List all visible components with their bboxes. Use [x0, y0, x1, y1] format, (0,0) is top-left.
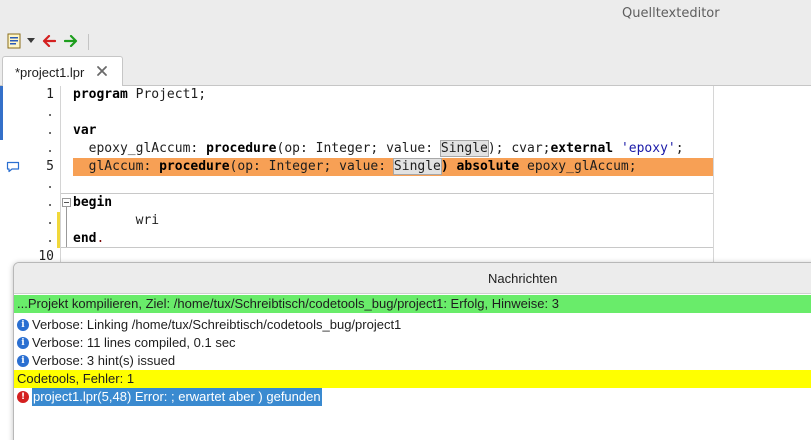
message-row-error[interactable]: ! project1.lpr(5,48) Error: ; erwartet a…	[14, 388, 811, 406]
code-text: glAccum:	[73, 159, 160, 174]
code-text: .	[96, 231, 105, 246]
code-keyword: var	[73, 123, 97, 138]
info-icon: i	[17, 319, 29, 331]
word-highlight: Single	[392, 158, 442, 175]
gutter-accent	[0, 86, 3, 140]
code-keyword: begin	[73, 195, 113, 210]
code-line: end.	[73, 230, 104, 248]
tab-project1-lpr[interactable]: *project1.lpr	[2, 56, 123, 87]
code-text: ;	[675, 141, 684, 156]
info-icon: i	[17, 355, 29, 367]
code-line: program Project1;	[73, 86, 206, 104]
block-separator	[61, 247, 713, 248]
block-separator	[61, 193, 713, 194]
code-text: epoxy_glAccum;	[519, 159, 637, 174]
source-editor-window: Quelltexteditor *project1.lpr 1 . . . 5 …	[0, 0, 811, 440]
message-text: Verbose: 3 hint(s) issued	[32, 353, 176, 368]
code-keyword: procedure	[206, 141, 277, 156]
code-text: (op: Integer; value:	[229, 159, 394, 174]
error-icon: !	[17, 391, 29, 403]
code-line: begin	[73, 194, 112, 212]
line-number: .	[46, 231, 54, 246]
messages-title: Nachrichten	[488, 271, 558, 286]
message-row[interactable]: i Verbose: Linking /home/tux/Schreibtisc…	[14, 316, 811, 334]
line-number: .	[46, 177, 54, 192]
message-text: Codetools, Fehler: 1	[17, 371, 135, 386]
forward-arrow-icon	[64, 35, 78, 47]
message-text: project1.lpr(5,48) Error: ; erwartet abe…	[32, 388, 322, 406]
line-number: .	[46, 105, 54, 120]
message-row[interactable]: i Verbose: 11 lines compiled, 0.1 sec	[14, 334, 811, 352]
list-toggle-icon	[7, 33, 21, 49]
toolbar-separator	[88, 34, 89, 50]
code-text: wri	[73, 213, 160, 228]
line-number: .	[46, 195, 54, 210]
back-button[interactable]	[41, 32, 57, 50]
dropdown-arrow-icon	[27, 38, 35, 43]
code-line: wri	[73, 212, 159, 230]
code-keyword: external	[550, 141, 614, 156]
code-text: Project1;	[127, 87, 207, 102]
title-bar: Quelltexteditor	[0, 0, 811, 28]
message-row-build-result[interactable]: ...Projekt kompilieren, Ziel: /home/tux/…	[14, 295, 811, 313]
code-text: ); cvar;	[487, 141, 551, 156]
message-row[interactable]: i Verbose: 3 hint(s) issued	[14, 352, 811, 370]
close-icon[interactable]	[96, 65, 108, 77]
line-number: .	[46, 213, 54, 228]
info-icon: i	[17, 337, 29, 349]
message-text: Verbose: Linking /home/tux/Schreibtisch/…	[32, 317, 402, 332]
line-number: .	[46, 123, 54, 138]
message-text: Verbose: 11 lines compiled, 0.1 sec	[32, 335, 236, 350]
tab-label: *project1.lpr	[15, 65, 85, 80]
toolbar-dropdown-button[interactable]	[25, 32, 37, 50]
message-row-codetools[interactable]: Codetools, Fehler: 1	[14, 370, 811, 388]
list-toggle-button[interactable]	[6, 32, 22, 50]
line-number: 5	[46, 159, 54, 174]
code-line: epoxy_glAccum: procedure(op: Integer; va…	[73, 140, 684, 158]
toolbar	[0, 28, 811, 54]
code-keyword: program	[73, 87, 128, 102]
word-highlight: Single	[439, 140, 489, 157]
code-keyword: end	[73, 231, 97, 246]
messages-panel: Nachrichten ...Projekt kompilieren, Ziel…	[13, 262, 811, 440]
line-number: 1	[46, 87, 54, 102]
line-number: .	[46, 141, 54, 156]
code-keyword: absolute	[456, 159, 520, 174]
window-title: Quelltexteditor	[622, 6, 720, 21]
forward-button[interactable]	[63, 32, 79, 50]
tab-bar: *project1.lpr	[0, 54, 811, 87]
code-text: (op: Integer; value:	[276, 141, 441, 156]
code-text: )	[440, 159, 457, 174]
hint-bubble-icon[interactable]	[6, 161, 20, 173]
back-arrow-icon	[42, 35, 56, 47]
messages-header: Nachrichten	[14, 263, 811, 294]
code-string: 'epoxy'	[620, 141, 676, 156]
code-line: var	[73, 122, 96, 140]
code-text: epoxy_glAccum:	[73, 141, 207, 156]
code-line: glAccum: procedure(op: Integer; value: S…	[73, 158, 637, 176]
fold-toggle[interactable]	[62, 198, 71, 207]
fold-guide	[66, 207, 67, 247]
code-keyword: procedure	[159, 159, 230, 174]
message-text: ...Projekt kompilieren, Ziel: /home/tux/…	[17, 296, 559, 311]
